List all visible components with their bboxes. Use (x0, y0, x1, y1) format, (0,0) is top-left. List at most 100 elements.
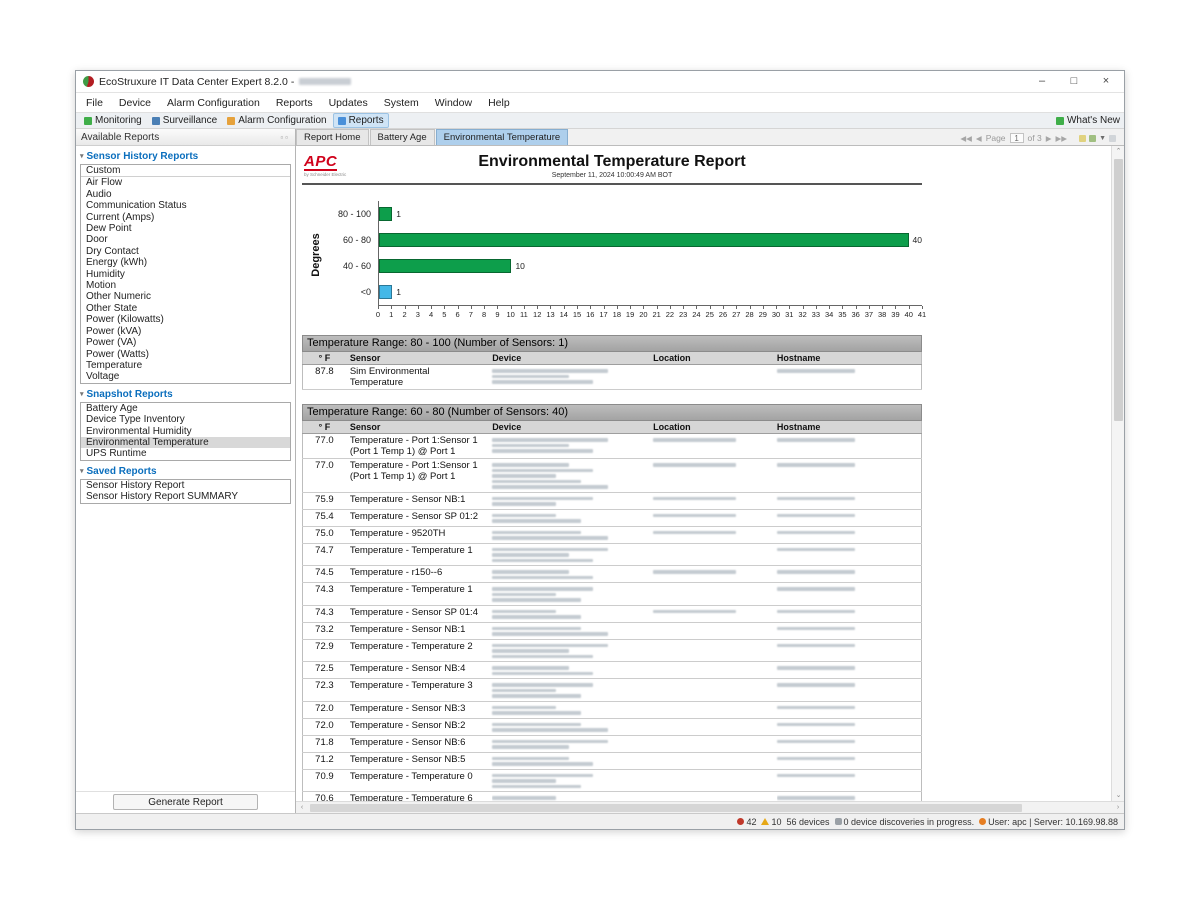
report-item-battery-age[interactable]: Battery Age (81, 403, 290, 414)
report-item-sensor-history-report[interactable]: Sensor History Report (81, 480, 290, 491)
x-tick-mark (803, 306, 804, 309)
report-item-motion[interactable]: Motion (81, 280, 290, 291)
menu-system[interactable]: System (384, 97, 419, 109)
report-item-environmental-temperature[interactable]: Environmental Temperature (81, 437, 290, 448)
cell-temperature: 71.8 (303, 735, 346, 752)
generate-report-button[interactable]: Generate Report (113, 794, 258, 810)
report-item-other-state[interactable]: Other State (81, 303, 290, 314)
next-page-icon[interactable]: ▶ (1046, 134, 1052, 143)
x-tick-mark (511, 306, 512, 309)
perspective-alarm-configuration[interactable]: Alarm Configuration (223, 114, 330, 127)
device-redacted-line (492, 711, 581, 715)
maximize-button[interactable]: □ (1060, 73, 1088, 91)
panel-header-buttons-icon[interactable]: ▫▫ (280, 133, 290, 142)
report-item-power-kva[interactable]: Power (kVA) (81, 326, 290, 337)
chart-bar-80-100 (379, 207, 392, 221)
cell-device (488, 434, 649, 459)
device-redacted-line (492, 514, 556, 518)
report-item-voltage[interactable]: Voltage (81, 371, 290, 382)
report-item-power-watts[interactable]: Power (Watts) (81, 349, 290, 360)
report-item-air-flow[interactable]: Air Flow (81, 177, 290, 188)
cell-content (777, 666, 917, 670)
perspective-alarm-configuration-icon (227, 117, 235, 125)
prev-page-icon[interactable]: ◀ (976, 134, 982, 143)
cell-location (649, 679, 773, 702)
report-item-dry-contact[interactable]: Dry Contact (81, 246, 290, 257)
report-item-humidity[interactable]: Humidity (81, 269, 290, 280)
report-item-energy-kwh[interactable]: Energy (kWh) (81, 257, 290, 268)
x-tick-mark (444, 306, 445, 309)
cell-device (488, 605, 649, 622)
close-button[interactable]: × (1092, 73, 1120, 91)
report-item-environmental-humidity[interactable]: Environmental Humidity (81, 426, 290, 437)
device-redacted-line (492, 757, 568, 761)
x-tick-label: 41 (918, 310, 926, 319)
report-item-power-kilowatts[interactable]: Power (Kilowatts) (81, 314, 290, 325)
chart-row-40-60: 40 - 6010 (316, 253, 922, 279)
desktop: EcoStruxure IT Data Center Expert 8.2.0 … (0, 0, 1200, 900)
report-item-ups-runtime[interactable]: UPS Runtime (81, 448, 290, 459)
report-item-device-type-inventory[interactable]: Device Type Inventory (81, 414, 290, 425)
tab-report-home[interactable]: Report Home (296, 129, 369, 145)
cell-content: Sim Environmental Temperature (350, 367, 484, 388)
save-report-icon[interactable] (1089, 135, 1096, 142)
print-report-icon[interactable] (1109, 135, 1116, 142)
report-action-icons: ▼ (1079, 135, 1116, 142)
section-header-snapshot-reports[interactable]: ▾Snapshot Reports (79, 386, 292, 402)
menu-alarm-configuration[interactable]: Alarm Configuration (167, 97, 260, 109)
report-item-door[interactable]: Door (81, 234, 290, 245)
first-page-icon[interactable]: ◀◀ (960, 134, 972, 143)
minimize-button[interactable]: – (1028, 73, 1056, 91)
section-header-saved-reports[interactable]: ▾Saved Reports (79, 463, 292, 479)
report-item-custom[interactable]: Custom (81, 165, 290, 177)
report-item-dew-point[interactable]: Dew Point (81, 223, 290, 234)
report-options-dropdown-icon[interactable]: ▼ (1099, 135, 1106, 142)
menu-updates[interactable]: Updates (329, 97, 368, 109)
menu-device[interactable]: Device (119, 97, 151, 109)
report-item-temperature[interactable]: Temperature (81, 360, 290, 371)
chart-row-0: <01 (316, 279, 922, 305)
menu-window[interactable]: Window (435, 97, 472, 109)
section-header-sensor-history-reports[interactable]: ▾Sensor History Reports (79, 148, 292, 164)
cell-location (649, 509, 773, 526)
menu-reports[interactable]: Reports (276, 97, 313, 109)
cell-content: 72.9 (307, 642, 342, 653)
cell-temperature: 72.9 (303, 639, 346, 662)
whats-new-link[interactable]: What's New (1056, 115, 1120, 126)
scroll-up-icon[interactable]: ⌃ (1112, 146, 1125, 157)
cell-content (777, 463, 917, 467)
cell-device (488, 639, 649, 662)
device-redacted-line (492, 536, 608, 540)
report-item-current-amps[interactable]: Current (Amps) (81, 212, 290, 223)
report-item-audio[interactable]: Audio (81, 189, 290, 200)
scroll-right-icon[interactable]: › (1112, 802, 1124, 814)
tab-battery-age[interactable]: Battery Age (370, 129, 435, 145)
perspective-surveillance[interactable]: Surveillance (148, 114, 221, 127)
report-item-power-va[interactable]: Power (VA) (81, 337, 290, 348)
chart-category-label: 80 - 100 (316, 209, 378, 219)
device-redacted-line (492, 666, 568, 670)
tab-environmental-temperature[interactable]: Environmental Temperature (436, 129, 569, 145)
scroll-left-icon[interactable]: ‹ (296, 802, 308, 814)
last-page-icon[interactable]: ▶▶ (1056, 134, 1068, 143)
cell-device (488, 792, 649, 802)
cell-hostname (773, 543, 922, 566)
cell-content: Temperature - Sensor NB:1 (350, 495, 484, 506)
report-item-communication-status[interactable]: Communication Status (81, 200, 290, 211)
cell-device (488, 543, 649, 566)
page-number-input[interactable]: 1 (1010, 133, 1024, 143)
x-tick-label: 31 (785, 310, 793, 319)
scroll-down-icon[interactable]: ⌄ (1112, 790, 1125, 801)
report-item-sensor-history-report-summary[interactable]: Sensor History Report SUMMARY (81, 491, 290, 502)
vertical-scroll-thumb[interactable] (1114, 159, 1123, 421)
perspective-reports[interactable]: Reports (333, 113, 389, 128)
horizontal-scrollbar[interactable]: ‹ › (296, 801, 1124, 813)
perspective-monitoring[interactable]: Monitoring (80, 114, 146, 127)
vertical-scrollbar[interactable]: ⌃ ⌄ (1111, 146, 1124, 801)
menu-help[interactable]: Help (488, 97, 510, 109)
report-item-other-numeric[interactable]: Other Numeric (81, 291, 290, 302)
menu-file[interactable]: File (86, 97, 103, 109)
user-icon (979, 818, 986, 825)
export-report-icon[interactable] (1079, 135, 1086, 142)
horizontal-scroll-thumb[interactable] (310, 804, 1022, 812)
